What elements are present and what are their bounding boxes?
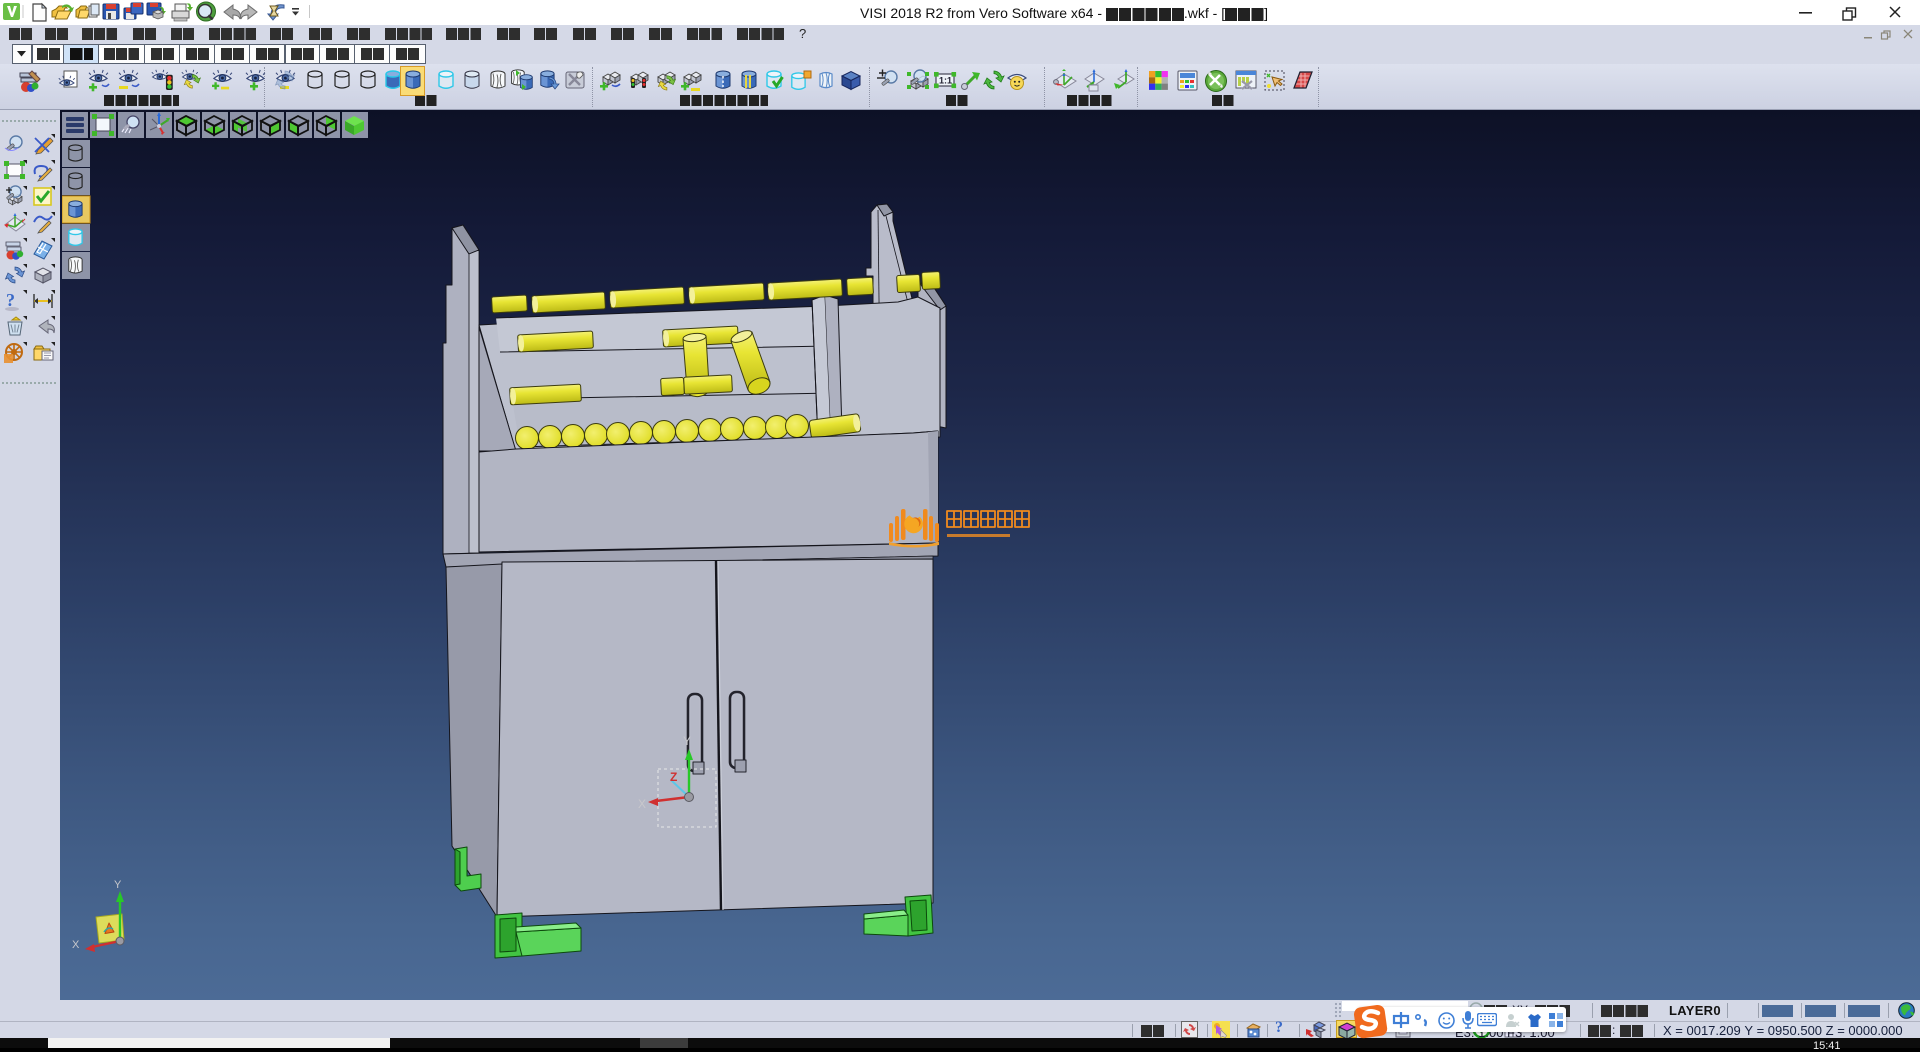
svg-text:Y: Y <box>114 879 122 891</box>
svg-text:Z: Z <box>670 770 677 784</box>
svg-text:Y: Y <box>683 734 691 748</box>
svg-text:X: X <box>638 797 646 811</box>
svg-text:?: ? <box>6 290 15 310</box>
svg-text:1:1: 1:1 <box>939 76 952 86</box>
svg-text:X: X <box>72 939 80 951</box>
